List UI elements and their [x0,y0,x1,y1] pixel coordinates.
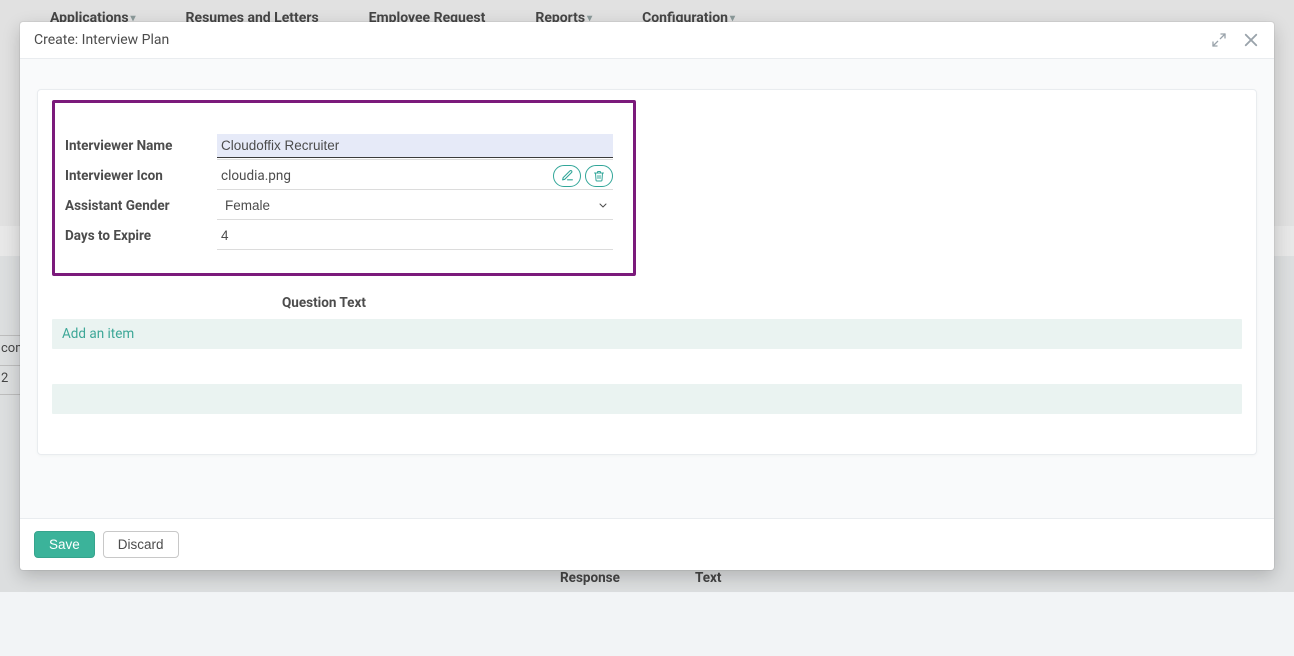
edit-file-button[interactable] [553,165,581,187]
interviewer-name-input[interactable] [217,134,613,158]
field-control: Female [217,192,613,220]
modal-footer: Save Discard [20,518,1274,571]
field-control: cloudia.png [217,162,613,190]
create-interview-plan-modal: Create: Interview Plan Interviewer Name [20,22,1274,570]
questions-list: Question Text Add an item [52,291,1242,414]
column-header-question-text: Question Text [282,295,366,311]
assistant-gender-select-wrap: Female [217,194,613,217]
interviewer-icon-filename: cloudia.png [217,164,549,188]
days-to-expire-input[interactable] [217,224,613,247]
form-sheet: Interviewer Name Interviewer Icon cloudi… [37,89,1257,455]
add-item-label: Add an item [62,326,134,342]
modal-title: Create: Interview Plan [34,32,169,48]
add-item-row[interactable]: Add an item [52,319,1242,349]
modal-header: Create: Interview Plan [20,22,1274,59]
modal-body: Interviewer Name Interviewer Icon cloudi… [20,59,1274,518]
expand-icon[interactable] [1210,31,1228,49]
trash-icon [593,170,605,182]
questions-header: Question Text [52,291,1242,315]
field-interviewer-icon: Interviewer Icon cloudia.png [65,161,613,191]
modal-header-actions [1210,31,1260,49]
field-label: Interviewer Name [65,138,217,154]
highlighted-fields-group: Interviewer Name Interviewer Icon cloudi… [52,100,636,276]
field-label: Assistant Gender [65,198,217,214]
field-days-to-expire: Days to Expire [65,221,613,251]
field-assistant-gender: Assistant Gender Female [65,191,613,221]
field-label: Days to Expire [65,228,217,244]
file-actions [549,165,613,187]
delete-file-button[interactable] [585,165,613,187]
close-icon[interactable] [1242,31,1260,49]
pencil-icon [561,169,574,182]
field-control [217,132,613,160]
field-label: Interviewer Icon [65,168,217,184]
save-button[interactable]: Save [34,531,95,559]
field-interviewer-name: Interviewer Name [65,131,613,161]
discard-button[interactable]: Discard [103,531,179,559]
field-control [217,222,613,250]
assistant-gender-select[interactable]: Female [217,194,613,217]
empty-row [52,384,1242,414]
